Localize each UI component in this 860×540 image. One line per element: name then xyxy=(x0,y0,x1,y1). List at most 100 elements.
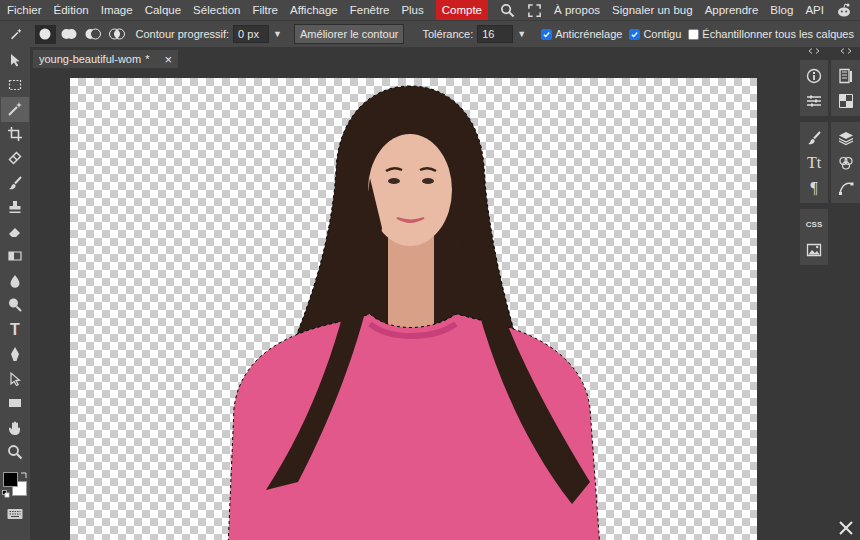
brush-panel-icon xyxy=(806,130,822,146)
document-tab[interactable]: young-beautiful-wom * × xyxy=(33,50,178,68)
swap-colors-icon[interactable] xyxy=(20,471,28,479)
eraser-icon xyxy=(7,224,23,240)
selection-mode-button[interactable] xyxy=(107,25,128,44)
type-tool-glyph: T xyxy=(10,322,20,338)
tools-panel: T xyxy=(0,47,30,540)
account-button[interactable]: Compte xyxy=(436,0,488,20)
close-panels-icon[interactable] xyxy=(838,520,854,536)
modified-marker: * xyxy=(145,53,149,65)
tool-button[interactable] xyxy=(1,97,29,122)
fullscreen-icon[interactable] xyxy=(527,3,542,18)
character-icon: Tt xyxy=(807,155,821,171)
panel-column: Tt ¶ CSS xyxy=(800,47,828,540)
feather-dropdown-arrow[interactable]: ▼ xyxy=(273,29,282,39)
tool-button[interactable] xyxy=(1,48,29,73)
tool-button[interactable] xyxy=(1,416,29,441)
canvas[interactable] xyxy=(70,78,757,540)
reddit-icon[interactable] xyxy=(836,2,852,18)
checkmark-icon xyxy=(542,29,551,40)
document-tabs: young-beautiful-wom * × xyxy=(30,47,800,68)
tool-button[interactable] xyxy=(1,244,29,269)
refine-edge-button[interactable]: Améliorer le contour xyxy=(294,24,404,44)
selection-mode-button[interactable] xyxy=(35,25,56,44)
panel-button[interactable]: CSS xyxy=(800,212,828,237)
tolerance-input[interactable]: 16 xyxy=(477,25,513,43)
stamp-icon xyxy=(7,199,23,215)
panel-button[interactable] xyxy=(800,125,828,150)
panel-button[interactable] xyxy=(831,63,860,88)
option-checkbox[interactable]: Contigu xyxy=(629,28,681,40)
paragraph-icon: ¶ xyxy=(810,180,817,196)
menu-item[interactable]: Filtre xyxy=(252,4,278,16)
menu-item[interactable]: Image xyxy=(101,4,133,16)
magic-wand-icon xyxy=(7,101,23,117)
tool-button[interactable]: T xyxy=(1,318,29,343)
panel-button[interactable]: Tt xyxy=(800,150,828,175)
path-select-icon xyxy=(7,371,23,387)
panel-button[interactable] xyxy=(831,175,860,200)
menu-item[interactable]: Calque xyxy=(145,4,181,16)
menu-item[interactable]: Fichier xyxy=(7,4,42,16)
keyboard-icon[interactable] xyxy=(7,508,23,520)
checkbox-label: Contigu xyxy=(643,28,681,40)
collapse-arrows-icon[interactable] xyxy=(840,48,852,54)
tool-button[interactable] xyxy=(1,293,29,318)
checkbox-box[interactable] xyxy=(688,29,699,40)
close-tab-button[interactable]: × xyxy=(164,52,172,67)
tool-button[interactable] xyxy=(1,367,29,392)
panel-button[interactable] xyxy=(831,125,860,150)
menu-item[interactable]: Affichage xyxy=(290,4,338,16)
header-link[interactable]: Apprendre xyxy=(705,4,759,16)
tool-button[interactable] xyxy=(1,391,29,416)
foreground-color-swatch[interactable] xyxy=(3,472,18,487)
checkmark-icon xyxy=(630,29,639,40)
menu-item[interactable]: Sélection xyxy=(193,4,240,16)
panel-button[interactable] xyxy=(800,88,828,113)
feather-label: Contour progressif: xyxy=(136,28,230,40)
tool-button[interactable] xyxy=(1,146,29,171)
checkbox-box[interactable] xyxy=(541,29,552,40)
header-link[interactable]: À propos xyxy=(554,4,600,16)
tool-button[interactable] xyxy=(1,220,29,245)
header-link[interactable]: Signaler un bug xyxy=(612,4,693,16)
tool-button[interactable] xyxy=(1,269,29,294)
panel-button[interactable] xyxy=(800,237,828,262)
adjustments-icon xyxy=(806,93,822,109)
selection-mode-button[interactable] xyxy=(83,25,104,44)
panel-button[interactable] xyxy=(800,63,828,88)
option-checkbox[interactable]: Anticrénelage xyxy=(541,28,622,40)
tool-button[interactable] xyxy=(1,195,29,220)
header-link[interactable]: API xyxy=(805,4,824,16)
default-colors-icon[interactable] xyxy=(2,490,10,498)
tolerance-dropdown-arrow[interactable]: ▼ xyxy=(517,29,526,39)
menu-item[interactable]: Plus xyxy=(401,4,423,16)
tool-button[interactable] xyxy=(1,440,29,465)
dodge-icon xyxy=(7,297,23,313)
menu-item[interactable]: Fenêtre xyxy=(350,4,390,16)
panel-group xyxy=(831,122,860,203)
checkbox-box[interactable] xyxy=(629,29,640,40)
search-icon[interactable] xyxy=(500,3,515,18)
zoom-icon xyxy=(7,444,23,460)
option-checkbox[interactable]: Échantillonner tous les calques xyxy=(688,28,854,40)
right-panels: Tt ¶ CSS xyxy=(800,47,860,540)
layers-icon xyxy=(838,130,854,146)
checkbox-label: Anticrénelage xyxy=(555,28,622,40)
photopea-window: Fichier Édition Image Calque Sélection Filtre… xyxy=(0,0,860,540)
tool-button[interactable] xyxy=(1,73,29,98)
panel-button[interactable]: ¶ xyxy=(800,175,828,200)
menu-item[interactable]: Édition xyxy=(54,4,89,16)
selection-mode-button[interactable] xyxy=(59,25,80,44)
magic-wand-icon xyxy=(10,26,23,42)
header-link[interactable]: Blog xyxy=(770,4,793,16)
feather-input[interactable]: 0 px xyxy=(233,25,269,43)
panel-button[interactable] xyxy=(831,150,860,175)
move-icon xyxy=(7,52,23,68)
tool-button[interactable] xyxy=(1,171,29,196)
collapse-arrows-icon[interactable] xyxy=(808,48,820,54)
panel-button[interactable] xyxy=(831,88,860,113)
tool-button[interactable] xyxy=(1,122,29,147)
image-icon xyxy=(806,242,822,258)
pen-icon xyxy=(7,346,23,362)
tool-button[interactable] xyxy=(1,342,29,367)
